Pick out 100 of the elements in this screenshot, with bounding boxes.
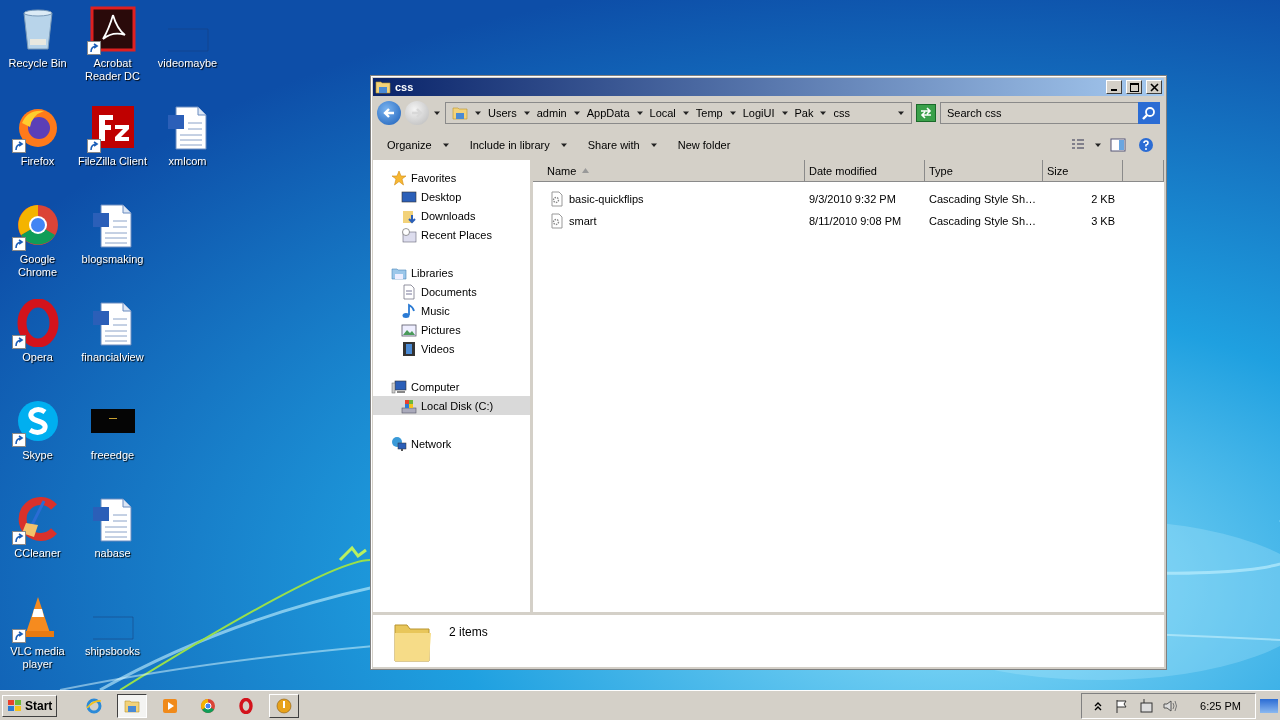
dropdown-caret-icon bbox=[649, 141, 658, 149]
forward-arrow-icon bbox=[410, 106, 424, 120]
show-desktop-button[interactable] bbox=[1260, 698, 1278, 713]
toolbar-button[interactable]: Organize bbox=[379, 136, 458, 154]
close-button[interactable] bbox=[1146, 80, 1162, 94]
maximize-button[interactable] bbox=[1126, 80, 1142, 94]
app-disc-icon bbox=[276, 697, 293, 714]
column-header[interactable]: Name bbox=[533, 160, 805, 182]
nav-item[interactable]: Favorites bbox=[373, 168, 530, 187]
back-button[interactable] bbox=[377, 101, 401, 125]
volume-icon[interactable] bbox=[1162, 697, 1179, 714]
refresh-button[interactable] bbox=[916, 104, 936, 122]
date-cell-text: 9/3/2010 9:32 PM bbox=[808, 193, 897, 205]
toolbar-button[interactable]: Include in library bbox=[461, 136, 576, 154]
icon-label[interactable]: blogsmaking bbox=[81, 253, 144, 266]
breadcrumb-caret-icon[interactable] bbox=[635, 109, 644, 117]
nav-item[interactable]: Recent Places bbox=[373, 225, 530, 244]
view-caret-icon[interactable] bbox=[1094, 141, 1102, 149]
picture-frame-icon bbox=[401, 321, 417, 338]
breadcrumb-item[interactable]: Temp bbox=[695, 107, 723, 119]
close-icon bbox=[1149, 82, 1159, 92]
type-cell-text: Cascading Style Sh… bbox=[928, 193, 1037, 205]
help-icon bbox=[1138, 137, 1154, 153]
breadcrumb-caret-icon[interactable] bbox=[819, 109, 828, 117]
start-button[interactable]: Start bbox=[2, 694, 58, 717]
breadcrumb-item[interactable]: admin bbox=[536, 107, 567, 119]
folder-icon bbox=[375, 79, 391, 95]
nav-item[interactable]: Local Disk (C:) bbox=[373, 396, 530, 415]
history-caret-icon[interactable] bbox=[433, 109, 441, 117]
address-bar[interactable]: Users admin AppData Local Temp LogiUI Pak css bbox=[445, 102, 912, 124]
icon-label[interactable]: xmlcom bbox=[168, 155, 207, 168]
breadcrumb-item[interactable]: AppData bbox=[586, 107, 630, 119]
file-name[interactable]: basic-quickflips bbox=[569, 193, 644, 205]
breadcrumb-caret-icon[interactable] bbox=[780, 109, 789, 117]
column-header[interactable]: Type bbox=[925, 160, 1043, 182]
music-note-icon bbox=[401, 302, 417, 319]
icon-label[interactable]: shipsbooks bbox=[84, 645, 140, 658]
icon-label[interactable]: Firefox bbox=[20, 155, 55, 168]
column-header[interactable]: Date modified bbox=[805, 160, 925, 182]
breadcrumb-caret-icon[interactable] bbox=[572, 109, 581, 117]
breadcrumb-caret-icon[interactable] bbox=[728, 109, 737, 117]
icon-label[interactable]: Google Chrome bbox=[0, 253, 75, 279]
icon-label[interactable]: videomaybe bbox=[157, 57, 218, 70]
search-button[interactable] bbox=[1138, 102, 1160, 124]
breadcrumb-item[interactable]: Pak bbox=[794, 107, 814, 119]
toolbar-button[interactable]: Share with bbox=[579, 136, 666, 154]
icon-label[interactable]: Acrobat Reader DC bbox=[75, 57, 150, 83]
icon-label[interactable]: Skype bbox=[22, 449, 53, 462]
breadcrumb-caret-icon[interactable] bbox=[681, 109, 690, 117]
taskbar-button[interactable] bbox=[117, 693, 148, 718]
stylesheet-file-icon bbox=[549, 213, 565, 229]
maximize-icon bbox=[1129, 82, 1139, 92]
network-icon[interactable] bbox=[1138, 697, 1155, 714]
breadcrumb-caret-icon[interactable] bbox=[522, 109, 531, 117]
breadcrumb-caret-icon[interactable] bbox=[474, 109, 482, 117]
icon-label[interactable]: VLC media player bbox=[0, 645, 75, 671]
nav-item[interactable]: Computer bbox=[373, 377, 530, 396]
nav-item[interactable]: Pictures bbox=[373, 320, 530, 339]
media-player-icon bbox=[162, 697, 179, 714]
nav-item[interactable]: Documents bbox=[373, 282, 530, 301]
breadcrumb-item[interactable]: Users bbox=[488, 107, 517, 119]
pdf-reader-icon[interactable] bbox=[88, 5, 137, 53]
date-cell-text: 8/11/2010 9:08 PM bbox=[808, 215, 903, 227]
column-header[interactable]: Size bbox=[1043, 160, 1123, 182]
file-name[interactable]: smart bbox=[569, 215, 597, 227]
icon-label[interactable]: nabase bbox=[94, 547, 131, 560]
icon-label[interactable]: FileZilla Client bbox=[77, 155, 148, 168]
nav-item[interactable]: Downloads bbox=[373, 206, 530, 225]
search-field[interactable]: Search css bbox=[940, 102, 1138, 124]
browser-e-icon bbox=[86, 697, 103, 714]
nav-item[interactable]: Desktop bbox=[373, 187, 530, 206]
nav-item[interactable]: Libraries bbox=[373, 263, 530, 282]
icon-label[interactable]: Recycle Bin bbox=[8, 57, 67, 70]
hard-drive-icon bbox=[401, 397, 417, 414]
nav-item[interactable]: Network bbox=[373, 434, 530, 453]
address-caret-icon[interactable] bbox=[897, 109, 905, 117]
film-strip-icon bbox=[401, 340, 417, 357]
icon-label[interactable]: Opera bbox=[22, 351, 53, 364]
type-cell-text: Cascading Style Sh… bbox=[928, 215, 1037, 227]
search-icon bbox=[1142, 106, 1156, 120]
nav-item[interactable]: Music bbox=[373, 301, 530, 320]
nav-item[interactable]: Videos bbox=[373, 339, 530, 358]
icon-label[interactable]: financialview bbox=[81, 351, 144, 364]
computer-icon bbox=[391, 378, 407, 395]
toolbar-button[interactable]: New folder bbox=[669, 136, 739, 154]
breadcrumb-item[interactable]: LogiUI bbox=[742, 107, 775, 119]
back-arrow-icon bbox=[382, 106, 396, 120]
stylesheet-file-icon bbox=[549, 191, 565, 207]
breadcrumb-item[interactable]: Local bbox=[649, 107, 676, 119]
clock[interactable]: 6:25 PM bbox=[1200, 699, 1241, 712]
icon-label[interactable]: CCleaner bbox=[14, 547, 61, 560]
breadcrumb-item[interactable]: css bbox=[833, 107, 850, 119]
folder-icon bbox=[124, 697, 141, 714]
size-cell-text: 2 KB bbox=[1090, 193, 1116, 205]
item-count: 2 items bbox=[449, 625, 488, 639]
minimize-button[interactable] bbox=[1106, 80, 1122, 94]
star-icon bbox=[391, 169, 407, 186]
opera-icon bbox=[238, 697, 255, 714]
icon-label[interactable]: freeedge bbox=[90, 449, 135, 462]
folder-icon bbox=[452, 105, 468, 121]
